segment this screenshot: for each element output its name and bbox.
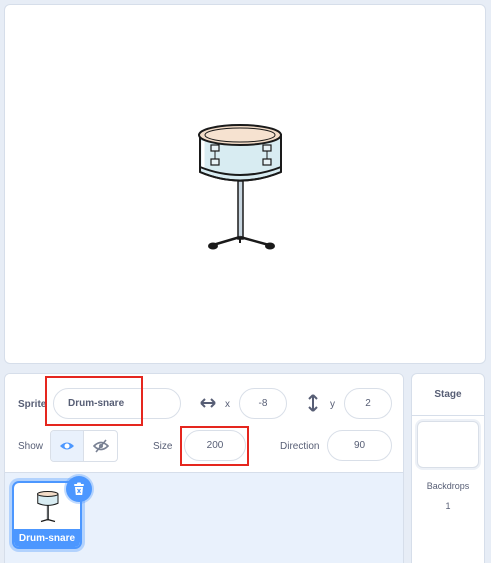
stage-canvas[interactable] bbox=[4, 4, 486, 364]
stage-header: Stage bbox=[412, 374, 484, 416]
sprite-list-items: Drum-snare bbox=[4, 373, 404, 563]
drum-snare-sprite[interactable] bbox=[193, 117, 289, 257]
backdrops-count: 1 bbox=[445, 501, 451, 511]
sprite-tile-name: Drum-snare bbox=[14, 529, 80, 547]
trash-icon bbox=[74, 482, 84, 495]
drum-snare-thumbnail bbox=[37, 491, 59, 523]
backdrops-label: Backdrops bbox=[426, 481, 470, 491]
stage-panel[interactable]: Stage Backdrops 1 bbox=[411, 373, 485, 563]
delete-sprite-button[interactable] bbox=[66, 476, 92, 502]
stage-thumbnail[interactable] bbox=[417, 421, 479, 468]
